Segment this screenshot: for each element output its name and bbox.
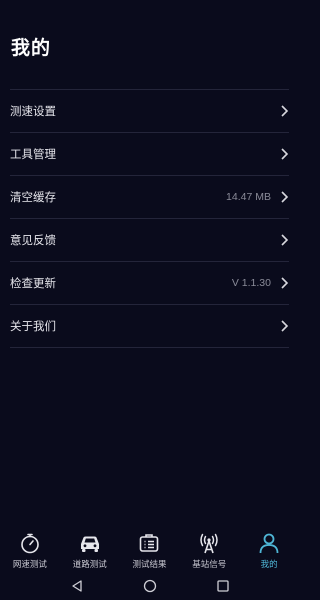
bottom-tab-bar: 网速测试 道路测试 测试结果 基站信号 我的 <box>0 527 299 572</box>
menu-item-tool-management[interactable]: 工具管理 <box>10 133 289 176</box>
chevron-right-icon <box>281 191 289 203</box>
tab-label: 道路测试 <box>72 560 107 570</box>
menu-item-about-us[interactable]: 关于我们 <box>10 305 289 348</box>
menu-item-label: 工具管理 <box>10 147 56 161</box>
tab-base-station-signal[interactable]: 基站信号 <box>179 527 239 572</box>
menu-item-feedback[interactable]: 意见反馈 <box>10 219 289 262</box>
menu-item-label: 清空缓存 <box>10 190 56 204</box>
signal-tower-icon <box>200 533 219 554</box>
back-icon[interactable] <box>70 579 84 593</box>
tab-speed-test[interactable]: 网速测试 <box>0 527 60 572</box>
chevron-right-icon <box>281 277 289 289</box>
home-icon[interactable] <box>143 579 157 593</box>
menu-item-speed-settings[interactable]: 测速设置 <box>10 90 289 133</box>
tab-label: 我的 <box>260 560 278 570</box>
tab-mine[interactable]: 我的 <box>239 527 299 572</box>
chevron-right-icon <box>281 320 289 332</box>
menu-item-check-update[interactable]: 检查更新 V 1.1.30 <box>10 262 289 305</box>
cache-size-value: 14.47 MB <box>226 191 271 203</box>
menu-item-label: 意见反馈 <box>10 233 56 247</box>
tab-label: 网速测试 <box>12 560 47 570</box>
tab-label: 测试结果 <box>132 560 167 570</box>
menu-item-label: 检查更新 <box>10 276 56 290</box>
settings-menu: 测速设置 工具管理 清空缓存 14.47 MB 意见反馈 检查更新 V 1.1.… <box>10 89 289 348</box>
car-icon <box>80 536 99 552</box>
stopwatch-icon <box>21 533 39 554</box>
page-title: 我的 <box>11 37 52 59</box>
tab-road-test[interactable]: 道路测试 <box>60 527 120 572</box>
recents-icon[interactable] <box>216 579 230 593</box>
chevron-right-icon <box>281 105 289 117</box>
report-icon <box>140 534 159 552</box>
tab-test-results[interactable]: 测试结果 <box>120 527 180 572</box>
version-value: V 1.1.30 <box>231 277 271 289</box>
user-icon <box>259 533 279 554</box>
system-navigation-bar <box>0 572 299 600</box>
menu-item-clear-cache[interactable]: 清空缓存 14.47 MB <box>10 176 289 219</box>
tab-label: 基站信号 <box>192 560 227 570</box>
menu-item-label: 关于我们 <box>10 319 56 333</box>
menu-item-label: 测速设置 <box>10 104 56 118</box>
chevron-right-icon <box>281 234 289 246</box>
chevron-right-icon <box>281 148 289 160</box>
